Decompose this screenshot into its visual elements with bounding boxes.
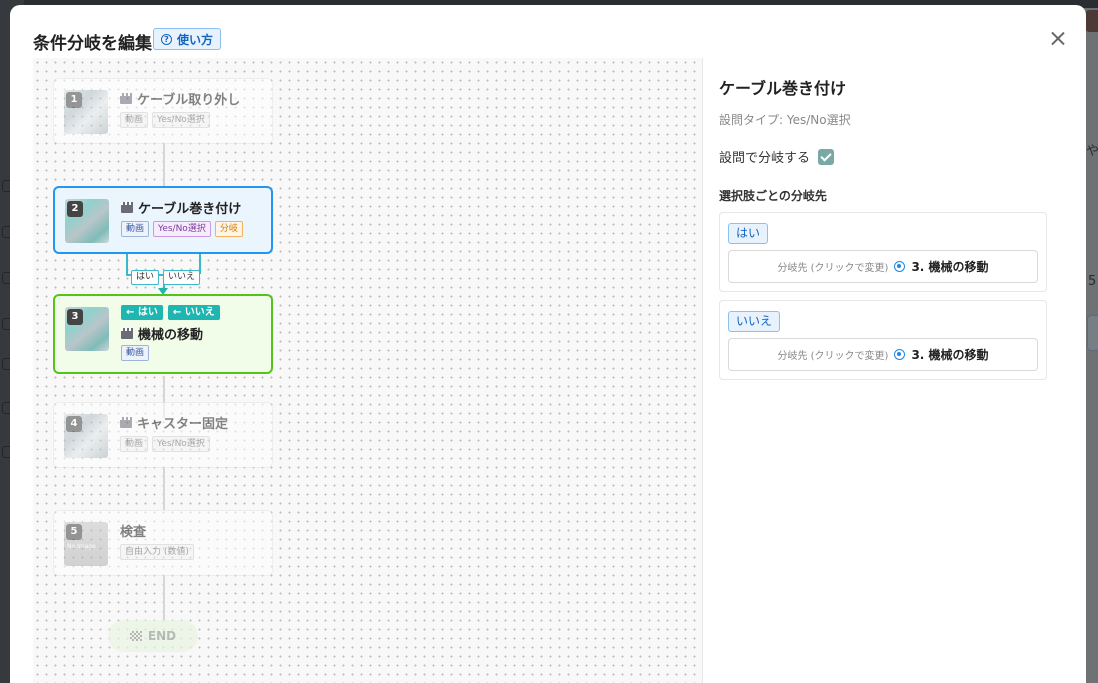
- connector-line: [163, 144, 165, 186]
- end-node: END: [108, 620, 198, 652]
- option-card-no: いいえ 分岐先 (クリックで変更) 3. 機械の移動: [719, 300, 1047, 380]
- branch-label-no: いいえ: [163, 270, 201, 285]
- no-image-caption: No Image: [67, 543, 96, 550]
- node-title-text: ケーブル取り外し: [137, 93, 241, 108]
- destination-name: 3. 機械の移動: [911, 348, 989, 362]
- connector-line: [163, 576, 165, 620]
- tag-yesno: Yes/No選択: [152, 436, 210, 452]
- incoming-badge-yes: ← はい: [121, 305, 163, 320]
- option-card-yes: はい 分岐先 (クリックで変更) 3. 機械の移動: [719, 212, 1047, 292]
- node-tags: 動画 Yes/No選択 分岐: [121, 221, 243, 237]
- option-label: いいえ: [728, 311, 781, 332]
- node-title-text: 検査: [120, 525, 147, 540]
- section-label: 選択肢ごとの分岐先: [719, 189, 827, 203]
- end-label: END: [147, 629, 177, 643]
- checkered-flag-icon: [129, 631, 142, 641]
- destination-button[interactable]: 分岐先 (クリックで変更) 3. 機械の移動: [728, 250, 1038, 283]
- node-thumbnail: 5 No Image: [64, 522, 108, 566]
- node-title: 機械の移動: [121, 324, 203, 343]
- flow-canvas[interactable]: 1 ケーブル取り外し 動画 Yes/No選択 2 ケーブル巻き付け 動画 Yes: [33, 58, 703, 683]
- node-number: 2: [67, 201, 83, 217]
- branch-edit-modal: 条件分岐を編集 ? 使い方 1 ケーブル取り外し 動画 Yes/No選択 2 ケ…: [10, 5, 1086, 683]
- node-thumbnail: 1: [64, 90, 108, 134]
- flow-node-3[interactable]: 3 ← はい ← いいえ 機械の移動 動画: [53, 294, 273, 374]
- node-tags: 動画: [121, 345, 150, 361]
- node-tags: 動画 Yes/No選択: [120, 436, 210, 452]
- node-number: 1: [66, 92, 82, 108]
- video-icon: [121, 202, 133, 213]
- tag-video: 動画: [121, 221, 150, 237]
- branch-label-yes: はい: [131, 270, 160, 285]
- destination-name: 3. 機械の移動: [911, 260, 989, 274]
- flow-node-5[interactable]: 5 No Image 検査 自由入力 (数値): [53, 510, 273, 576]
- tag-yesno: Yes/No選択: [152, 112, 210, 128]
- node-thumbnail: 2: [65, 199, 109, 243]
- flow-node-1[interactable]: 1 ケーブル取り外し 動画 Yes/No選択: [53, 78, 273, 144]
- tag-video: 動画: [121, 345, 150, 361]
- destination-hint: 分岐先 (クリックで変更): [777, 263, 889, 274]
- help-button-label: 使い方: [177, 32, 214, 47]
- flow-node-2[interactable]: 2 ケーブル巻き付け 動画 Yes/No選択 分岐: [53, 186, 273, 254]
- question-type: 設問タイプ: Yes/No選択: [719, 113, 851, 127]
- node-title: 検査: [120, 521, 146, 540]
- node-thumbnail: 4: [64, 414, 108, 458]
- node-thumbnail: 3: [65, 307, 109, 351]
- target-icon: [894, 349, 906, 360]
- node-title: ケーブル取り外し: [120, 89, 240, 108]
- node-tags: 動画 Yes/No選択: [120, 112, 210, 128]
- connector-line: [163, 468, 165, 510]
- tag-video: 動画: [120, 436, 149, 452]
- branch-line: [126, 254, 128, 274]
- help-button[interactable]: ? 使い方: [153, 28, 222, 50]
- node-number: 4: [66, 416, 82, 432]
- node-number: 3: [67, 309, 83, 325]
- branch-checkbox[interactable]: [818, 148, 835, 165]
- node-tags: 自由入力 (数値): [120, 544, 194, 560]
- tag-branch: 分岐: [214, 221, 243, 237]
- node-number: 5: [66, 524, 82, 540]
- tag-yesno: Yes/No選択: [153, 221, 211, 237]
- panel-title: ケーブル巻き付け: [719, 79, 847, 98]
- help-icon: ?: [161, 33, 172, 45]
- tag-free-input: 自由入力 (数値): [120, 544, 194, 560]
- video-icon: [121, 328, 133, 339]
- branch-toggle: 設問で分岐する: [719, 147, 835, 166]
- video-icon: [120, 417, 132, 428]
- node-title: ケーブル巻き付け: [121, 198, 241, 217]
- destination-button[interactable]: 分岐先 (クリックで変更) 3. 機械の移動: [728, 338, 1038, 371]
- modal-title: 条件分岐を編集: [33, 34, 152, 54]
- option-label: はい: [728, 223, 769, 244]
- close-icon[interactable]: [1047, 28, 1069, 50]
- tag-video: 動画: [120, 112, 149, 128]
- incoming-badge-no: ← いいえ: [167, 305, 220, 320]
- video-icon: [120, 93, 132, 104]
- destination-hint: 分岐先 (クリックで変更): [777, 351, 889, 362]
- node-title-text: ケーブル巻き付け: [138, 202, 242, 217]
- branch-toggle-label: 設問で分岐する: [719, 151, 811, 166]
- node-title-text: キャスター固定: [137, 417, 229, 432]
- node-title: キャスター固定: [120, 413, 228, 432]
- flow-node-4[interactable]: 4 キャスター固定 動画 Yes/No選択: [53, 402, 273, 468]
- node-title-text: 機械の移動: [138, 328, 204, 343]
- incoming-branches: ← はい ← いいえ: [121, 305, 220, 320]
- target-icon: [894, 261, 906, 272]
